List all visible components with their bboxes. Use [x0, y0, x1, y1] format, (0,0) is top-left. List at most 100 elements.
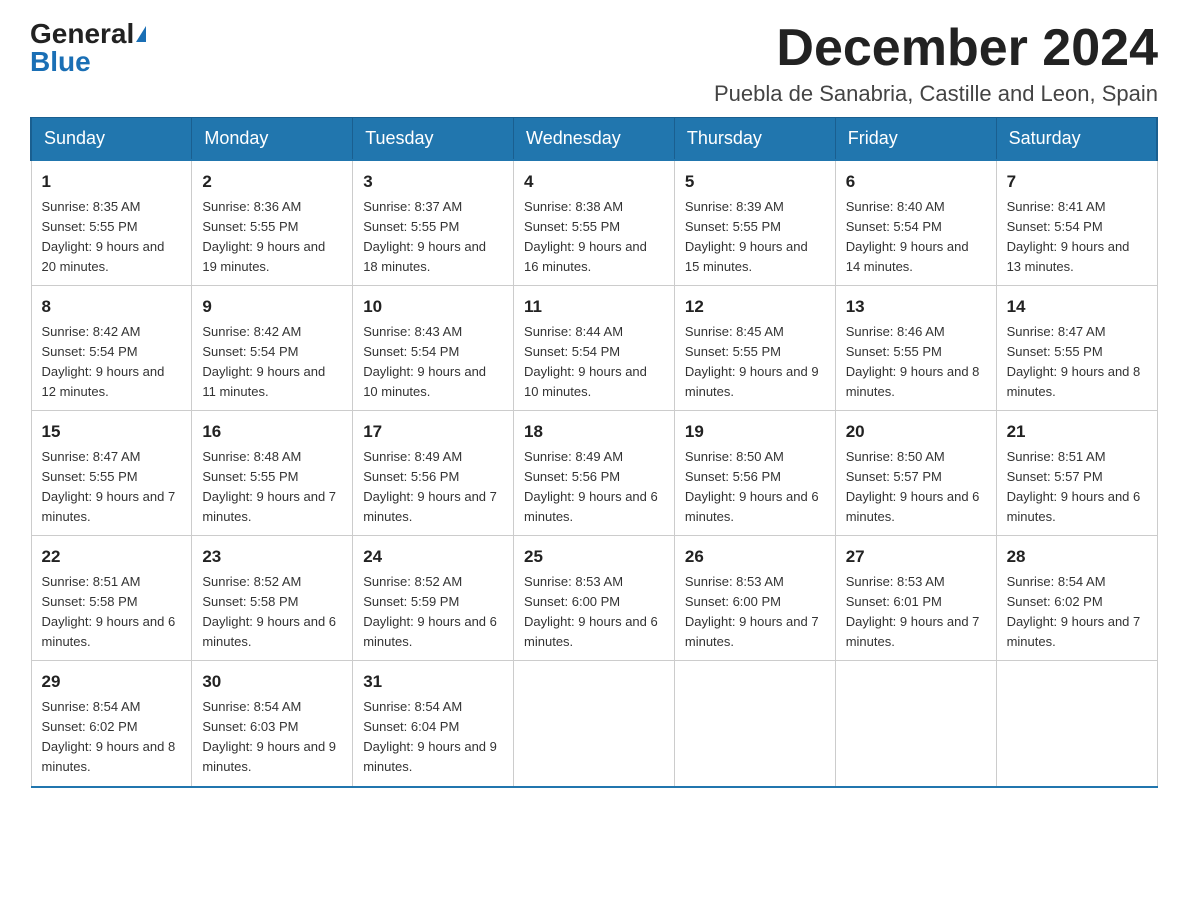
day-number: 14 [1007, 294, 1147, 320]
calendar-cell: 4Sunrise: 8:38 AMSunset: 5:55 PMDaylight… [514, 160, 675, 286]
day-number: 31 [363, 669, 503, 695]
day-info: Sunrise: 8:54 AMSunset: 6:02 PMDaylight:… [1007, 572, 1147, 653]
day-info: Sunrise: 8:53 AMSunset: 6:00 PMDaylight:… [685, 572, 825, 653]
calendar-cell: 11Sunrise: 8:44 AMSunset: 5:54 PMDayligh… [514, 286, 675, 411]
day-header-tuesday: Tuesday [353, 118, 514, 161]
calendar-cell [674, 661, 835, 787]
calendar-cell: 9Sunrise: 8:42 AMSunset: 5:54 PMDaylight… [192, 286, 353, 411]
day-info: Sunrise: 8:51 AMSunset: 5:57 PMDaylight:… [1007, 447, 1147, 528]
calendar-cell: 13Sunrise: 8:46 AMSunset: 5:55 PMDayligh… [835, 286, 996, 411]
day-number: 18 [524, 419, 664, 445]
calendar-cell [514, 661, 675, 787]
calendar-cell: 2Sunrise: 8:36 AMSunset: 5:55 PMDaylight… [192, 160, 353, 286]
day-info: Sunrise: 8:38 AMSunset: 5:55 PMDaylight:… [524, 197, 664, 278]
day-number: 23 [202, 544, 342, 570]
day-number: 1 [42, 169, 182, 195]
day-info: Sunrise: 8:35 AMSunset: 5:55 PMDaylight:… [42, 197, 182, 278]
day-number: 30 [202, 669, 342, 695]
day-info: Sunrise: 8:48 AMSunset: 5:55 PMDaylight:… [202, 447, 342, 528]
day-number: 15 [42, 419, 182, 445]
calendar-cell: 18Sunrise: 8:49 AMSunset: 5:56 PMDayligh… [514, 411, 675, 536]
day-number: 26 [685, 544, 825, 570]
day-number: 4 [524, 169, 664, 195]
day-info: Sunrise: 8:37 AMSunset: 5:55 PMDaylight:… [363, 197, 503, 278]
calendar-cell: 7Sunrise: 8:41 AMSunset: 5:54 PMDaylight… [996, 160, 1157, 286]
calendar-cell: 23Sunrise: 8:52 AMSunset: 5:58 PMDayligh… [192, 536, 353, 661]
title-block: December 2024 Puebla de Sanabria, Castil… [714, 20, 1158, 107]
day-number: 19 [685, 419, 825, 445]
day-number: 24 [363, 544, 503, 570]
day-number: 6 [846, 169, 986, 195]
logo-general-text: General [30, 20, 134, 48]
day-number: 22 [42, 544, 182, 570]
day-header-saturday: Saturday [996, 118, 1157, 161]
day-info: Sunrise: 8:51 AMSunset: 5:58 PMDaylight:… [42, 572, 182, 653]
day-info: Sunrise: 8:44 AMSunset: 5:54 PMDaylight:… [524, 322, 664, 403]
day-info: Sunrise: 8:50 AMSunset: 5:57 PMDaylight:… [846, 447, 986, 528]
calendar-cell: 16Sunrise: 8:48 AMSunset: 5:55 PMDayligh… [192, 411, 353, 536]
day-info: Sunrise: 8:52 AMSunset: 5:58 PMDaylight:… [202, 572, 342, 653]
day-number: 28 [1007, 544, 1147, 570]
page-header: General Blue December 2024 Puebla de San… [30, 20, 1158, 107]
day-number: 20 [846, 419, 986, 445]
logo-blue-text: Blue [30, 48, 91, 76]
location-title: Puebla de Sanabria, Castille and Leon, S… [714, 81, 1158, 107]
week-row-4: 22Sunrise: 8:51 AMSunset: 5:58 PMDayligh… [31, 536, 1157, 661]
calendar-cell: 20Sunrise: 8:50 AMSunset: 5:57 PMDayligh… [835, 411, 996, 536]
calendar-cell: 19Sunrise: 8:50 AMSunset: 5:56 PMDayligh… [674, 411, 835, 536]
calendar-cell: 3Sunrise: 8:37 AMSunset: 5:55 PMDaylight… [353, 160, 514, 286]
day-info: Sunrise: 8:49 AMSunset: 5:56 PMDaylight:… [524, 447, 664, 528]
day-number: 16 [202, 419, 342, 445]
day-info: Sunrise: 8:50 AMSunset: 5:56 PMDaylight:… [685, 447, 825, 528]
calendar-cell [996, 661, 1157, 787]
day-header-wednesday: Wednesday [514, 118, 675, 161]
day-info: Sunrise: 8:54 AMSunset: 6:04 PMDaylight:… [363, 697, 503, 778]
calendar-cell: 27Sunrise: 8:53 AMSunset: 6:01 PMDayligh… [835, 536, 996, 661]
day-info: Sunrise: 8:41 AMSunset: 5:54 PMDaylight:… [1007, 197, 1147, 278]
day-header-sunday: Sunday [31, 118, 192, 161]
calendar-cell: 12Sunrise: 8:45 AMSunset: 5:55 PMDayligh… [674, 286, 835, 411]
day-number: 11 [524, 294, 664, 320]
day-info: Sunrise: 8:39 AMSunset: 5:55 PMDaylight:… [685, 197, 825, 278]
calendar-cell: 5Sunrise: 8:39 AMSunset: 5:55 PMDaylight… [674, 160, 835, 286]
calendar-table: SundayMondayTuesdayWednesdayThursdayFrid… [30, 117, 1158, 787]
month-title: December 2024 [714, 20, 1158, 77]
day-number: 5 [685, 169, 825, 195]
day-info: Sunrise: 8:43 AMSunset: 5:54 PMDaylight:… [363, 322, 503, 403]
day-info: Sunrise: 8:42 AMSunset: 5:54 PMDaylight:… [202, 322, 342, 403]
day-info: Sunrise: 8:45 AMSunset: 5:55 PMDaylight:… [685, 322, 825, 403]
calendar-cell: 17Sunrise: 8:49 AMSunset: 5:56 PMDayligh… [353, 411, 514, 536]
calendar-cell: 6Sunrise: 8:40 AMSunset: 5:54 PMDaylight… [835, 160, 996, 286]
day-number: 9 [202, 294, 342, 320]
calendar-cell: 21Sunrise: 8:51 AMSunset: 5:57 PMDayligh… [996, 411, 1157, 536]
calendar-cell: 8Sunrise: 8:42 AMSunset: 5:54 PMDaylight… [31, 286, 192, 411]
calendar-cell: 31Sunrise: 8:54 AMSunset: 6:04 PMDayligh… [353, 661, 514, 787]
day-number: 3 [363, 169, 503, 195]
calendar-cell: 25Sunrise: 8:53 AMSunset: 6:00 PMDayligh… [514, 536, 675, 661]
day-info: Sunrise: 8:53 AMSunset: 6:00 PMDaylight:… [524, 572, 664, 653]
day-header-friday: Friday [835, 118, 996, 161]
week-row-3: 15Sunrise: 8:47 AMSunset: 5:55 PMDayligh… [31, 411, 1157, 536]
week-row-2: 8Sunrise: 8:42 AMSunset: 5:54 PMDaylight… [31, 286, 1157, 411]
calendar-cell: 22Sunrise: 8:51 AMSunset: 5:58 PMDayligh… [31, 536, 192, 661]
calendar-cell: 15Sunrise: 8:47 AMSunset: 5:55 PMDayligh… [31, 411, 192, 536]
day-number: 29 [42, 669, 182, 695]
calendar-cell [835, 661, 996, 787]
day-number: 27 [846, 544, 986, 570]
week-row-1: 1Sunrise: 8:35 AMSunset: 5:55 PMDaylight… [31, 160, 1157, 286]
calendar-cell: 28Sunrise: 8:54 AMSunset: 6:02 PMDayligh… [996, 536, 1157, 661]
day-number: 21 [1007, 419, 1147, 445]
day-number: 25 [524, 544, 664, 570]
day-number: 12 [685, 294, 825, 320]
day-header-monday: Monday [192, 118, 353, 161]
calendar-cell: 1Sunrise: 8:35 AMSunset: 5:55 PMDaylight… [31, 160, 192, 286]
week-row-5: 29Sunrise: 8:54 AMSunset: 6:02 PMDayligh… [31, 661, 1157, 787]
day-info: Sunrise: 8:54 AMSunset: 6:03 PMDaylight:… [202, 697, 342, 778]
day-header-thursday: Thursday [674, 118, 835, 161]
day-info: Sunrise: 8:54 AMSunset: 6:02 PMDaylight:… [42, 697, 182, 778]
days-of-week-row: SundayMondayTuesdayWednesdayThursdayFrid… [31, 118, 1157, 161]
day-info: Sunrise: 8:47 AMSunset: 5:55 PMDaylight:… [1007, 322, 1147, 403]
calendar-cell: 26Sunrise: 8:53 AMSunset: 6:00 PMDayligh… [674, 536, 835, 661]
day-info: Sunrise: 8:40 AMSunset: 5:54 PMDaylight:… [846, 197, 986, 278]
day-info: Sunrise: 8:46 AMSunset: 5:55 PMDaylight:… [846, 322, 986, 403]
